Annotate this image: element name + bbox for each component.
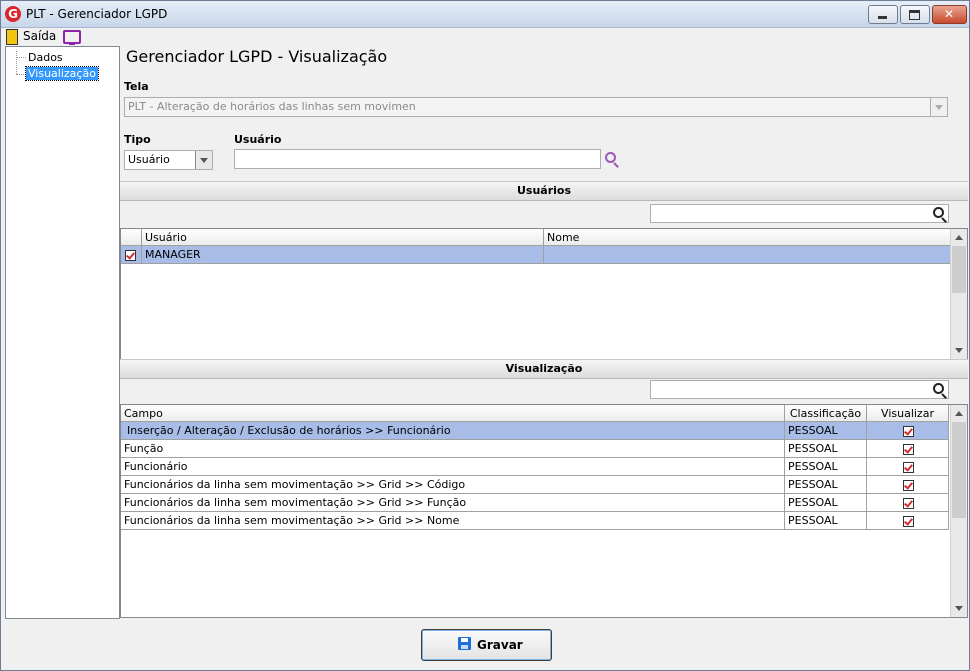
title-bar: G PLT - Gerenciador LGPD ✕	[1, 1, 969, 28]
users-scrollbar[interactable]	[950, 229, 967, 359]
view-col-visualizar[interactable]: Visualizar	[867, 405, 949, 422]
table-row[interactable]: Funcionários da linha sem movimentação >…	[121, 476, 949, 494]
visualizar-checkbox[interactable]	[903, 462, 914, 473]
save-button-label: Gravar	[477, 638, 523, 652]
visualizar-checkbox[interactable]	[903, 444, 914, 455]
window-title: PLT - Gerenciador LGPD	[26, 7, 168, 21]
campo-cell: Funcionários da linha sem movimentação >…	[121, 476, 785, 494]
tela-select-value: PLT - Alteração de horários das linhas s…	[128, 100, 416, 113]
table-row[interactable]: Funcionários da linha sem movimentação >…	[121, 512, 949, 530]
campo-cell: Inserção / Alteração / Exclusão de horár…	[121, 422, 785, 440]
scroll-down-icon[interactable]	[955, 606, 963, 611]
view-col-campo[interactable]: Campo	[121, 405, 785, 422]
tree-item-dados[interactable]: Dados	[26, 51, 65, 64]
table-row[interactable]: Inserção / Alteração / Exclusão de horár…	[121, 422, 949, 440]
visualizar-cell[interactable]	[867, 422, 949, 440]
visualizar-cell[interactable]	[867, 476, 949, 494]
users-grid: Usuário Nome MANAGER	[120, 228, 968, 360]
visualizar-checkbox[interactable]	[903, 480, 914, 491]
visualizar-cell[interactable]	[867, 494, 949, 512]
tree-connector	[16, 74, 26, 75]
user-nome-cell	[544, 246, 951, 264]
classificacao-cell: PESSOAL	[785, 494, 867, 512]
view-scrollbar[interactable]	[950, 405, 967, 617]
page-title: Gerenciador LGPD - Visualização	[126, 47, 388, 66]
tipo-select-value: Usuário	[128, 153, 170, 166]
users-col-nome[interactable]: Nome	[544, 229, 951, 246]
table-row[interactable]: Função PESSOAL	[121, 440, 949, 458]
minimize-icon	[878, 16, 887, 19]
visualizar-cell[interactable]	[867, 512, 949, 530]
user-usuario-cell: MANAGER	[142, 246, 544, 264]
users-col-usuario[interactable]: Usuário	[142, 229, 544, 246]
exit-menu-label: Saída	[23, 29, 57, 43]
visualizar-cell[interactable]	[867, 440, 949, 458]
search-icon[interactable]	[605, 152, 616, 163]
maximize-button[interactable]	[900, 5, 930, 24]
view-grid: Campo Classificação Visualizar Inserção …	[120, 404, 968, 618]
classificacao-cell: PESSOAL	[785, 440, 867, 458]
tree-item-visualizacao[interactable]: Visualização	[25, 66, 99, 81]
tree-connector	[16, 51, 17, 74]
tipo-label: Tipo	[124, 133, 151, 146]
exit-door-icon	[6, 29, 18, 45]
users-search-input[interactable]	[650, 204, 949, 223]
campo-cell: Funcionários da linha sem movimentação >…	[121, 512, 785, 530]
view-search-input[interactable]	[650, 380, 949, 399]
table-row[interactable]: Funcionário PESSOAL	[121, 458, 949, 476]
scroll-down-icon[interactable]	[955, 348, 963, 353]
table-row[interactable]: MANAGER	[121, 246, 951, 264]
visualizar-checkbox[interactable]	[903, 426, 914, 437]
close-icon: ✕	[944, 7, 955, 21]
tipo-select[interactable]: Usuário	[124, 150, 213, 170]
table-row[interactable]: Funcionários da linha sem movimentação >…	[121, 494, 949, 512]
scroll-thumb[interactable]	[952, 246, 966, 293]
view-section-header: Visualização	[120, 359, 968, 379]
app-logo-icon: G	[5, 6, 21, 22]
users-grid-corner	[121, 229, 142, 246]
campo-cell: Função	[121, 440, 785, 458]
navigation-tree: Dados Visualização	[5, 46, 120, 619]
classificacao-cell: PESSOAL	[785, 422, 867, 440]
close-button[interactable]: ✕	[932, 5, 967, 24]
maximize-icon	[909, 10, 920, 20]
main-window: G PLT - Gerenciador LGPD ✕ Saída Dados V…	[0, 0, 970, 671]
classificacao-cell: PESSOAL	[785, 458, 867, 476]
visualizar-checkbox[interactable]	[903, 516, 914, 527]
save-button[interactable]: Gravar	[421, 629, 552, 661]
view-col-classificacao[interactable]: Classificação	[785, 405, 867, 422]
visualizar-checkbox[interactable]	[903, 498, 914, 509]
campo-cell: Funcionário	[121, 458, 785, 476]
scroll-thumb[interactable]	[952, 422, 966, 518]
scroll-up-icon[interactable]	[955, 235, 963, 240]
campo-cell: Funcionários da linha sem movimentação >…	[121, 494, 785, 512]
floppy-disk-icon	[458, 637, 471, 650]
row-checkbox[interactable]	[125, 250, 136, 261]
tree-connector	[16, 57, 26, 58]
screen-icon[interactable]	[63, 30, 81, 45]
menu-bar: Saída	[1, 27, 969, 46]
usuario-input[interactable]	[234, 149, 601, 169]
chevron-down-icon	[195, 151, 212, 169]
classificacao-cell: PESSOAL	[785, 476, 867, 494]
scroll-up-icon[interactable]	[955, 411, 963, 416]
search-icon[interactable]	[933, 207, 944, 218]
classificacao-cell: PESSOAL	[785, 512, 867, 530]
usuario-label: Usuário	[234, 133, 282, 146]
row-check-cell[interactable]	[121, 246, 142, 264]
chevron-down-icon	[930, 98, 947, 116]
search-icon[interactable]	[933, 383, 944, 394]
minimize-button[interactable]	[868, 5, 898, 24]
tela-label: Tela	[124, 80, 149, 93]
visualizar-cell[interactable]	[867, 458, 949, 476]
users-section-header: Usuários	[120, 181, 968, 201]
tela-select[interactable]: PLT - Alteração de horários das linhas s…	[124, 97, 948, 117]
